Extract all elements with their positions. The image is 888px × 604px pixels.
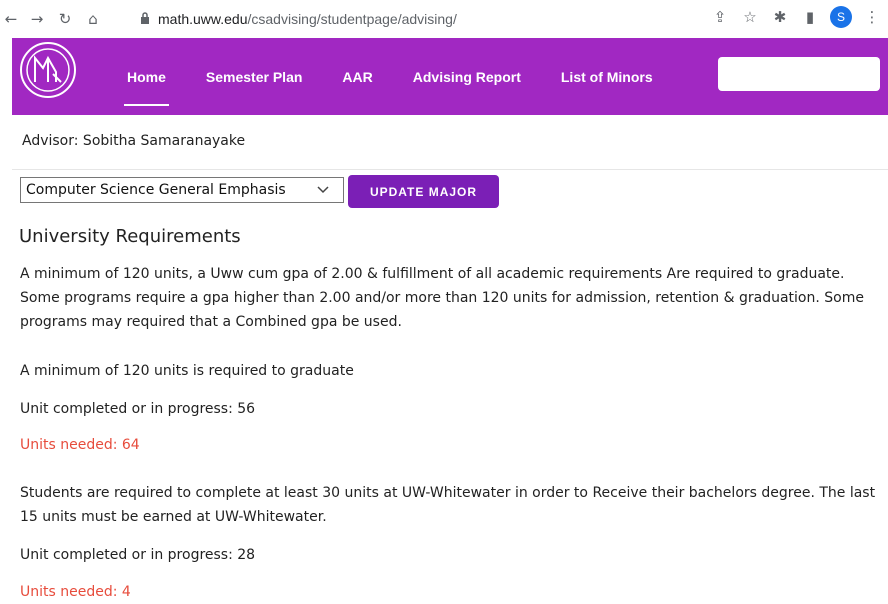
major-select[interactable]: Computer Science General Emphasis <box>20 177 344 203</box>
url-host: math.uww.edu <box>158 11 248 27</box>
university-requirements-heading: University Requirements <box>19 226 241 247</box>
nav-semester-plan[interactable]: Semester Plan <box>206 38 303 115</box>
url-path: /csadvising/studentpage/advising/ <box>247 11 457 27</box>
chevron-down-icon <box>317 183 329 197</box>
home-icon[interactable]: ⌂ <box>82 8 104 30</box>
major-selected-value: Computer Science General Emphasis <box>26 182 286 198</box>
extensions-icon[interactable]: ✱ <box>770 7 790 27</box>
share-icon[interactable]: ⇪ <box>710 7 730 27</box>
req1-text: A minimum of 120 units is required to gr… <box>20 363 354 379</box>
nav-home[interactable]: Home <box>124 38 169 115</box>
reload-icon[interactable]: ↻ <box>54 8 76 30</box>
req1-needed: Units needed: 64 <box>20 437 140 453</box>
divider <box>12 169 888 170</box>
forward-icon[interactable]: → <box>26 8 48 30</box>
lock-icon <box>140 11 150 27</box>
nav-list-of-minors[interactable]: List of Minors <box>561 38 653 115</box>
bookmark-star-icon[interactable]: ☆ <box>740 7 760 27</box>
req2-needed: Units needed: 4 <box>20 584 131 600</box>
update-major-button[interactable]: UPDATE MAJOR <box>348 175 499 208</box>
req2-text: Students are required to complete at lea… <box>20 485 876 525</box>
main-nav: Home Semester Plan AAR Advising Report L… <box>124 38 693 115</box>
browser-toolbar: ← → ↻ ⌂ math.uww.edu/csadvising/studentp… <box>0 0 888 38</box>
advisor-name: Advisor: Sobitha Samaranayake <box>22 133 246 149</box>
site-header: Home Semester Plan AAR Advising Report L… <box>12 38 888 115</box>
search-input[interactable] <box>718 57 880 91</box>
profile-avatar[interactable]: S <box>830 6 852 28</box>
back-icon[interactable]: ← <box>0 8 22 30</box>
req2-completed: Unit completed or in progress: 28 <box>20 547 256 563</box>
menu-kebab-icon[interactable]: ⋮ <box>862 7 882 27</box>
requirements-intro: A minimum of 120 units, a Uww cum gpa of… <box>20 266 864 330</box>
nav-advising-report[interactable]: Advising Report <box>413 38 521 115</box>
nav-aar[interactable]: AAR <box>342 38 372 115</box>
req1-completed: Unit completed or in progress: 56 <box>20 401 256 417</box>
logo-icon[interactable] <box>20 42 76 98</box>
side-panel-icon[interactable]: ▮ <box>800 7 820 27</box>
address-bar[interactable]: math.uww.edu/csadvising/studentpage/advi… <box>140 7 700 31</box>
